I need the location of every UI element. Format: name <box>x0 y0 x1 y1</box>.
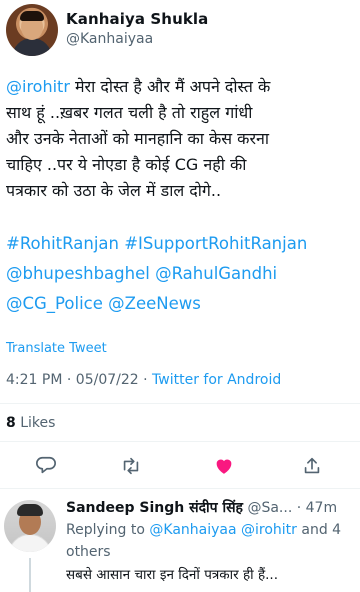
reply-button[interactable] <box>32 452 60 480</box>
share-icon <box>304 457 320 474</box>
retweet-icon <box>123 457 139 475</box>
divider <box>0 488 360 489</box>
reply-tweet[interactable]: Sandeep Singh संदीप सिंह @Sa... · 47m Re… <box>0 492 360 592</box>
tweet-body: @irohitr मेरा दोस्त है और मैं अपने दोस्त… <box>6 74 354 204</box>
author-avatar[interactable] <box>6 4 58 56</box>
mention-link[interactable]: @irohitr <box>6 77 70 96</box>
hashtag-line[interactable]: #RohitRanjan #ISupportRohitRanjan <box>6 229 356 259</box>
share-button[interactable] <box>298 452 326 480</box>
tweet-date: 05/07/22 <box>75 372 139 388</box>
tweet-body-line-2: साथ हूं ..ख़बर गलत चली है तो राहुल गांधी <box>6 103 253 122</box>
reply-time: 47m <box>305 500 338 516</box>
reply-icon <box>36 456 56 474</box>
replying-to: Replying to @Kanhaiyaa @irohitr and 4 ot… <box>66 519 356 563</box>
reply-text: सबसे आसान चारा इन दिनों पत्रकार ही हैं..… <box>66 567 278 583</box>
tweet-body-line-5: पत्रकार को उठा के जेल में डाल दोगे.. <box>6 181 222 200</box>
thread-line <box>29 558 31 592</box>
author-name[interactable]: Kanhaiya Shukla <box>66 10 208 28</box>
mentions-line-2[interactable]: @CG_Police @ZeeNews <box>6 289 356 319</box>
replying-mention-irohitr[interactable]: @irohitr <box>237 522 297 538</box>
reply-header: Sandeep Singh संदीप सिंह @Sa... · 47m <box>66 500 338 516</box>
replying-mention-kanhaiyaa[interactable]: @Kanhaiyaa <box>149 522 236 538</box>
translate-tweet-link[interactable]: Translate Tweet <box>6 341 107 356</box>
tweet-body-line-4: चाहिए ..पर ये नोएडा है कोई CG नही की <box>6 155 247 174</box>
tweet-actions <box>0 452 360 480</box>
author-handle[interactable]: @Kanhaiyaa <box>66 31 153 47</box>
tweet-header: Kanhaiya Shukla @Kanhaiyaa <box>0 0 360 66</box>
heart-icon <box>216 459 232 474</box>
tweet-meta: 4:21 PM · 05/07/22 · Twitter for Android <box>6 372 282 388</box>
like-button[interactable] <box>210 452 238 480</box>
tweet-body-line-1: @irohitr मेरा दोस्त है और मैं अपने दोस्त… <box>6 77 271 96</box>
reply-author-handle[interactable]: @Sa... <box>243 500 292 516</box>
likes-count[interactable]: 8 Likes <box>6 415 55 431</box>
tweet-tags: #RohitRanjan #ISupportRohitRanjan @bhupe… <box>6 229 356 319</box>
tweet-source-link[interactable]: Twitter for Android <box>152 372 281 388</box>
divider <box>0 441 360 442</box>
tweet-time: 4:21 PM <box>6 372 63 388</box>
replying-others[interactable]: others <box>66 541 356 563</box>
mentions-line-1[interactable]: @bhupeshbaghel @RahulGandhi <box>6 259 356 289</box>
reply-author-name[interactable]: Sandeep Singh संदीप सिंह <box>66 500 243 516</box>
reply-author-avatar[interactable] <box>4 500 56 552</box>
retweet-button[interactable] <box>117 452 145 480</box>
tweet-body-line-3: और उनके नेताओं को मानहानि का केस करना <box>6 129 270 148</box>
divider <box>0 403 360 404</box>
